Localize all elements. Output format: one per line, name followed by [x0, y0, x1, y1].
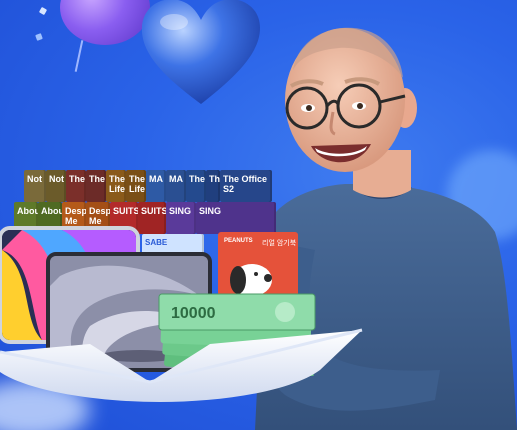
- book: The: [186, 170, 206, 202]
- confetti: [35, 33, 43, 41]
- book-brand: PEANUTS: [224, 238, 253, 244]
- book: The: [86, 170, 106, 202]
- book-title: 리얼 암기북: [262, 240, 297, 247]
- presentation-tray: [0, 328, 363, 402]
- book: The: [66, 170, 86, 202]
- balloon-string: [74, 40, 84, 72]
- confetti: [38, 6, 48, 16]
- book: The Office S2: [220, 170, 272, 202]
- book: Not: [46, 170, 66, 202]
- promo-scene: Not Not The The The Life The Life MA MA …: [0, 0, 517, 430]
- book: SUITS: [138, 202, 166, 234]
- book: The Life: [106, 170, 126, 202]
- book: SING: [166, 202, 196, 234]
- book: The Life: [126, 170, 146, 202]
- book: The: [206, 170, 220, 202]
- banknote-value: 10000: [171, 305, 216, 322]
- book: MA: [166, 170, 186, 202]
- book: Not: [24, 170, 46, 202]
- book: MA: [146, 170, 166, 202]
- book: SING: [196, 202, 276, 234]
